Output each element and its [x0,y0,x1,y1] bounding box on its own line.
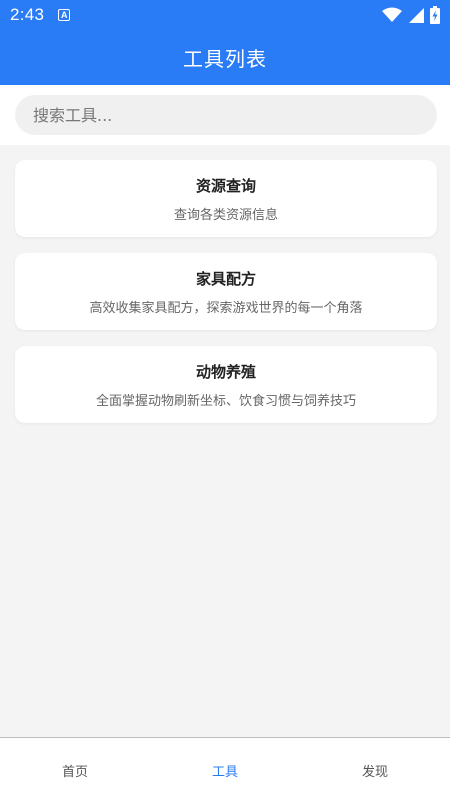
search-input[interactable] [15,95,437,135]
wifi-icon [382,7,402,22]
tool-card-animal-breeding[interactable]: 动物养殖 全面掌握动物刷新坐标、饮食习惯与饲养技巧 [15,346,437,423]
page-title: 工具列表 [183,47,267,71]
tool-card-title: 资源查询 [195,176,256,195]
bottom-nav: 首页 工具 发现 [0,737,450,800]
tool-card-furniture-recipes[interactable]: 家具配方 高效收集家具配方，探索游戏世界的每一个角落 [15,253,437,330]
nav-item-discover[interactable]: 发现 [300,738,450,800]
tool-card-resource-query[interactable]: 资源查询 查询各类资源信息 [15,160,437,237]
nav-item-tools[interactable]: 工具 [150,738,300,800]
status-icons [382,6,440,24]
status-bar: 2:43 A [0,0,450,30]
search-area [0,85,450,145]
notification-a-icon: A [58,9,71,21]
tool-card-title: 家具配方 [195,269,256,288]
tool-card-description: 高效收集家具配方，探索游戏世界的每一个角落 [89,300,363,316]
nav-item-home[interactable]: 首页 [0,738,150,800]
tool-card-title: 动物养殖 [195,362,256,381]
tool-card-description: 查询各类资源信息 [173,207,278,223]
status-time: 2:43 [10,5,45,24]
signal-icon [409,8,424,23]
tool-card-description: 全面掌握动物刷新坐标、饮食习惯与饲养技巧 [95,393,356,409]
app-bar: 工具列表 [0,30,450,85]
battery-charging-icon [430,6,440,24]
